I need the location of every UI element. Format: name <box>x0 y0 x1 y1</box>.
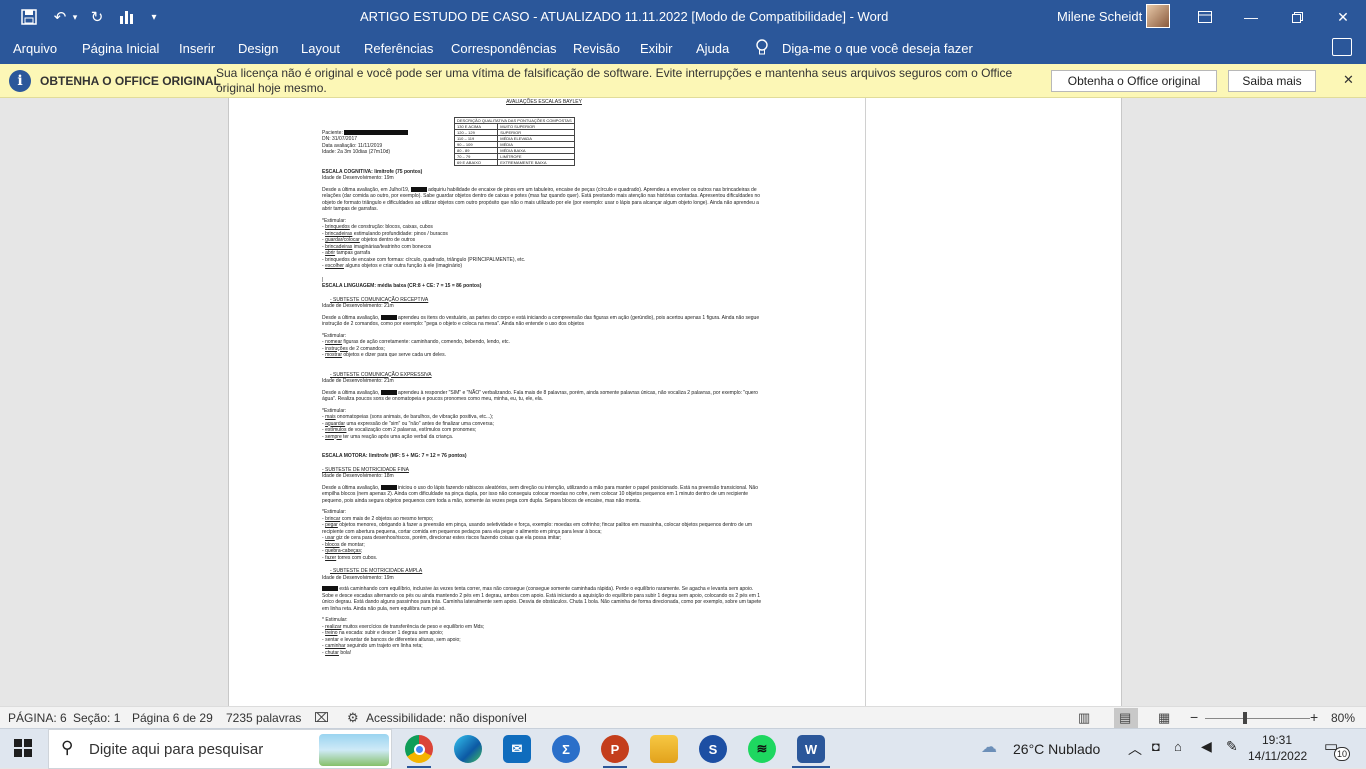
math-icon[interactable]: Σ <box>552 735 580 763</box>
banner-message: Sua licença não é original e você pode s… <box>216 66 1013 95</box>
chrome-icon[interactable] <box>405 735 433 763</box>
save-icon[interactable] <box>16 0 42 34</box>
search-highlight-image[interactable] <box>319 734 389 766</box>
page-margin-line <box>865 98 866 706</box>
tray-chevron-icon[interactable]: ︿ <box>1128 739 1142 759</box>
status-accessibility[interactable]: Acessibilidade: não disponível <box>366 711 527 725</box>
search-icon: ⚲ <box>61 738 74 757</box>
mail-icon[interactable]: ✉ <box>503 735 531 763</box>
tab-referencias[interactable]: Referências <box>364 41 433 56</box>
pen-icon[interactable]: ✎ <box>1226 738 1238 755</box>
restore-icon[interactable] <box>1274 0 1320 34</box>
fine-motor-stimulate-list: - brincar com mais de 2 objetos ao mesmo… <box>322 516 766 562</box>
title-bar: ↶ ▾ ↻ ▾ ARTIGO ESTUDO DE CASO - ATUALIZA… <box>0 0 1366 34</box>
proofing-icon[interactable]: ⌧ <box>314 710 329 726</box>
status-bar: PÁGINA: 6 Seção: 1 Página 6 de 29 7235 p… <box>0 706 1366 728</box>
info-icon: i <box>9 70 31 92</box>
print-layout-icon[interactable]: ▤ <box>1119 710 1131 726</box>
expressive-paragraph: Desde a última avaliação, aprendeu à res… <box>322 389 758 403</box>
fine-motor-paragraph: Desde a última avaliação, iniciou o uso … <box>322 484 758 504</box>
cognitive-paragraph: Desde a última avaliação, em Julho/19, a… <box>322 186 761 213</box>
web-layout-icon[interactable]: ▦ <box>1158 710 1170 726</box>
notification-count[interactable]: 10 <box>1334 747 1350 761</box>
taskbar-search[interactable]: ⚲ Digite aqui para pesquisar <box>48 729 392 769</box>
receptive-stimulate-list: - nomear figuras de ação corretamente: c… <box>322 339 766 359</box>
tab-pagina-inicial[interactable]: Página Inicial <box>82 41 159 56</box>
redo-icon[interactable]: ↻ <box>86 0 108 34</box>
cognitive-stimulate-list: - brinquedos de construção: blocos, caix… <box>322 224 766 270</box>
list-item: - pegar objetos menores, obrigando à faz… <box>322 522 752 535</box>
customize-quick-access-icon[interactable]: ▾ <box>146 0 162 34</box>
document-body[interactable]: AVALIAÇÕES ESCALAS BAYLEY Paciente: DN: … <box>322 98 766 656</box>
zoom-slider-thumb[interactable] <box>1242 712 1247 724</box>
tab-correspondencias[interactable]: Correspondências <box>451 41 557 56</box>
avatar[interactable] <box>1146 4 1170 28</box>
weather-icon[interactable]: ☁ <box>981 737 997 757</box>
document-page[interactable]: DESCRIÇÃO QUALITATIVA DAS PONTUAÇÕES COM… <box>228 98 1122 706</box>
zoom-in-icon[interactable]: + <box>1310 709 1318 725</box>
network-icon[interactable]: ⌂ <box>1174 739 1182 754</box>
taskbar: ⚲ Digite aqui para pesquisar ✉ Σ P S ≋ W… <box>0 728 1366 769</box>
lightbulb-icon[interactable] <box>755 39 769 60</box>
undo-icon[interactable]: ↶ <box>48 0 72 34</box>
tab-exibir[interactable]: Exibir <box>640 41 673 56</box>
file-explorer-icon[interactable] <box>650 735 678 763</box>
tab-layout[interactable]: Layout <box>301 41 340 56</box>
windows-start-icon[interactable] <box>14 739 32 757</box>
user-name[interactable]: Milene Scheidt <box>1057 9 1142 24</box>
banner-title: OBTENHA O OFFICE ORIGINAL <box>40 74 221 88</box>
learn-more-button[interactable]: Saiba mais <box>1228 70 1316 92</box>
status-word-count[interactable]: 7235 palavras <box>226 711 301 725</box>
comment-icon[interactable] <box>1332 38 1352 56</box>
read-mode-icon[interactable]: ▥ <box>1078 710 1090 726</box>
edge-icon[interactable] <box>454 735 482 763</box>
redacted-name <box>344 129 409 135</box>
tab-design[interactable]: Design <box>238 41 278 56</box>
get-office-button[interactable]: Obtenha o Office original <box>1051 70 1217 92</box>
gross-motor-stimulate-list: - realizar muitos exercícios de transfer… <box>322 624 766 657</box>
minimize-icon[interactable]: — <box>1228 0 1274 34</box>
status-page-of[interactable]: Página 6 de 29 <box>132 711 213 725</box>
expressive-stimulate-list: - mais onomatopeias (sons animais, de ba… <box>322 414 766 440</box>
accessibility-icon[interactable]: ⚙ <box>347 710 359 726</box>
clock-date[interactable]: 14/11/2022 <box>1248 749 1307 763</box>
banner-close-icon[interactable]: ✕ <box>1343 72 1354 88</box>
tab-inserir[interactable]: Inserir <box>179 41 215 56</box>
zoom-level[interactable]: 80% <box>1331 711 1355 725</box>
tell-me-box[interactable]: Diga-me o que você deseja fazer <box>782 41 973 56</box>
document-workspace[interactable]: DESCRIÇÃO QUALITATIVA DAS PONTUAÇÕES COM… <box>0 98 1366 706</box>
gross-motor-paragraph: está caminhando com equilíbrio, inclusiv… <box>322 586 762 612</box>
receptive-paragraph: Desde a última avaliação, aprendeu os it… <box>322 314 760 328</box>
list-item: - chutar bola! <box>322 649 352 656</box>
ribbon-display-icon[interactable] <box>1182 0 1228 34</box>
powerpoint-icon[interactable]: P <box>601 735 629 763</box>
zoom-slider[interactable] <box>1205 718 1310 719</box>
tab-ajuda[interactable]: Ajuda <box>696 41 729 56</box>
search-placeholder: Digite aqui para pesquisar <box>89 741 264 758</box>
status-section[interactable]: Seção: 1 <box>73 711 120 725</box>
ribbon-tabs: Arquivo Página Inicial Inserir Design La… <box>0 34 1366 64</box>
window-title: ARTIGO ESTUDO DE CASO - ATUALIZADO 11.11… <box>360 9 889 24</box>
volume-icon[interactable]: ◀ <box>1201 738 1212 755</box>
zoom-out-icon[interactable]: − <box>1190 709 1198 725</box>
tab-revisao[interactable]: Revisão <box>573 41 620 56</box>
clock-time[interactable]: 19:31 <box>1262 733 1292 747</box>
undo-dropdown-icon[interactable]: ▾ <box>70 0 80 34</box>
tab-arquivo[interactable]: Arquivo <box>13 41 57 56</box>
skype-icon[interactable]: S <box>699 735 727 763</box>
status-page[interactable]: PÁGINA: 6 <box>8 711 67 725</box>
word-icon[interactable]: W <box>797 735 825 763</box>
chart-icon[interactable] <box>114 0 138 34</box>
spotify-icon[interactable]: ≋ <box>748 735 776 763</box>
close-icon[interactable]: ✕ <box>1320 0 1366 34</box>
camera-icon[interactable]: ◘ <box>1152 739 1160 754</box>
weather-text[interactable]: 26°C Nublado <box>1013 741 1100 757</box>
